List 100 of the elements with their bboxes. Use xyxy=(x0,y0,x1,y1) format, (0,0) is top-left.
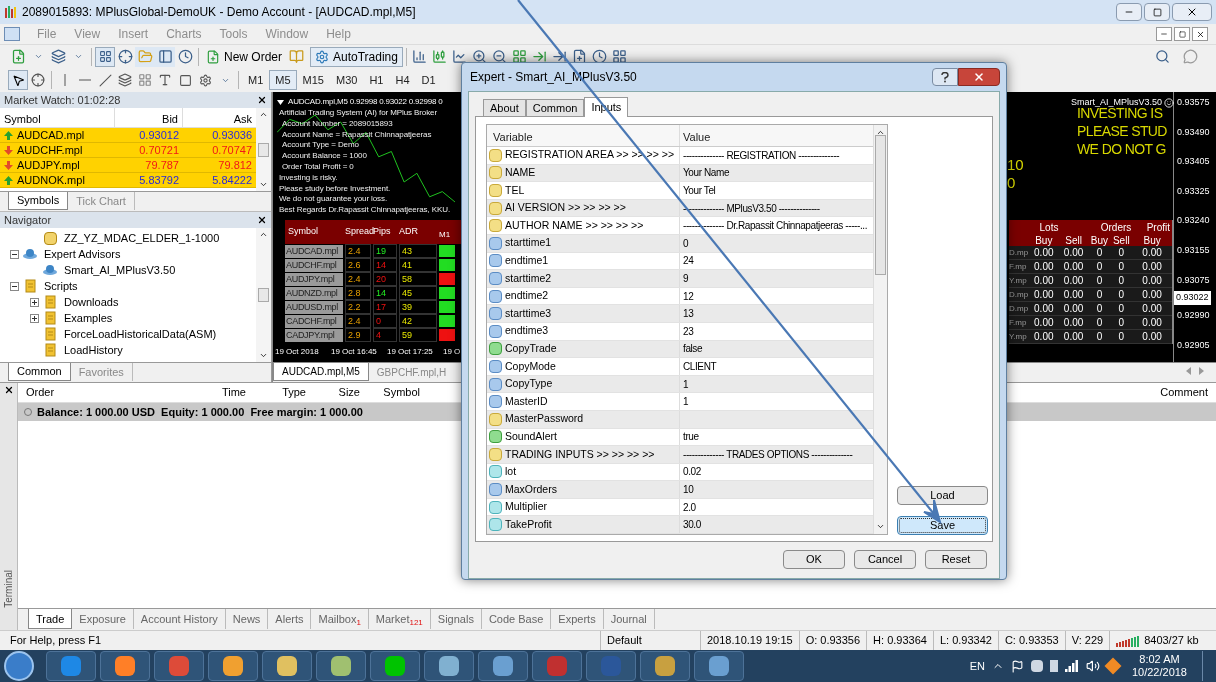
scrollbar[interactable] xyxy=(873,125,887,534)
column-header[interactable]: Size xyxy=(308,384,362,401)
taskbar-button[interactable] xyxy=(262,651,312,681)
tree-item[interactable]: Examples xyxy=(64,309,113,327)
timeframe-button[interactable]: D1 xyxy=(415,70,442,90)
scroll-left-icon[interactable] xyxy=(1186,367,1191,375)
scroll-down-icon[interactable] xyxy=(876,522,885,531)
parameter-name[interactable]: endtime3 xyxy=(505,323,549,340)
scroll-up-icon[interactable] xyxy=(259,230,268,239)
parameter-name[interactable]: MasterPassword xyxy=(505,411,584,428)
parameter-name[interactable]: SoundAlert xyxy=(505,428,557,445)
collapse-toggle[interactable] xyxy=(9,281,19,291)
minimize-button[interactable] xyxy=(1156,27,1172,41)
new-order-button[interactable]: New Order xyxy=(202,46,286,67)
scroll-up-icon[interactable] xyxy=(876,128,885,137)
tree-item[interactable]: LoadHistory xyxy=(64,341,123,359)
parameter-value[interactable]: 2.0 xyxy=(680,499,696,515)
parameter-name[interactable]: CopyType xyxy=(505,376,553,392)
side-button[interactable]: Save xyxy=(897,516,988,535)
parameter-name[interactable]: starttime1 xyxy=(505,235,552,252)
collapse-toggle[interactable] xyxy=(9,249,19,259)
parameter-value[interactable]: 10 xyxy=(680,482,694,498)
taskbar-button[interactable] xyxy=(100,651,150,681)
timeframe-button[interactable]: M1 xyxy=(242,70,270,90)
scrollbar-thumb[interactable] xyxy=(258,142,269,157)
parameter-name[interactable]: CopyTrade xyxy=(505,340,557,357)
parameter-value[interactable]: false xyxy=(680,341,703,357)
parameter-value[interactable]: -------------- Dr.Rapassit Chinnapatjeeras -----... xyxy=(680,218,868,234)
side-button[interactable]: Load xyxy=(897,486,988,505)
tree-item[interactable]: Downloads xyxy=(64,293,119,311)
column-header[interactable]: Order xyxy=(18,384,138,401)
timeframe-button[interactable]: M15 xyxy=(296,70,330,90)
autotrading-button[interactable]: AutoTrading xyxy=(310,46,403,67)
panel-tab[interactable]: Symbols xyxy=(8,192,69,210)
parameter-name[interactable]: CopyMode xyxy=(505,358,556,375)
parameter-value[interactable]: CLIENT xyxy=(680,358,717,374)
scrollbar-thumb[interactable] xyxy=(258,288,269,302)
parameter-value[interactable]: -------------- REGISTRATION -------------- xyxy=(680,147,840,163)
taskbar-button[interactable] xyxy=(316,651,366,681)
parameter-name[interactable]: starttime2 xyxy=(505,270,552,287)
timeframe-button[interactable]: M30 xyxy=(329,70,364,90)
parameter-value[interactable]: 24 xyxy=(680,253,694,269)
column-header[interactable]: Ask xyxy=(183,108,256,127)
tree-item[interactable]: ZZ_YZ_MDAC_ELDER_1-1000 xyxy=(64,229,220,247)
taskbar-button[interactable] xyxy=(478,651,528,681)
parameter-name[interactable]: TRADING INPUTS >> >> >> >> xyxy=(505,446,655,463)
parameter-value[interactable]: Your Tel xyxy=(680,183,716,198)
taskbar-button[interactable] xyxy=(640,651,690,681)
parameter-name[interactable]: Multiplier xyxy=(505,499,547,516)
dialog-button[interactable]: Reset xyxy=(925,550,987,569)
collapse-triangle-icon[interactable] xyxy=(277,99,284,105)
parameter-value[interactable]: 0.02 xyxy=(680,464,701,480)
column-header[interactable]: Symbol xyxy=(362,384,422,401)
tree-item[interactable]: Scripts xyxy=(44,277,78,295)
column-header[interactable]: Value xyxy=(680,125,873,146)
tree-item[interactable]: Smart_AI_MPlusV3.50 xyxy=(64,261,176,279)
terminal-tab[interactable]: Journal xyxy=(603,609,655,629)
parameter-value[interactable]: true xyxy=(680,429,699,445)
parameter-value[interactable]: 23 xyxy=(680,323,694,339)
clock-date[interactable]: 10/22/2018 xyxy=(1131,666,1187,679)
timeframe-button[interactable]: H1 xyxy=(363,70,390,90)
taskbar-button[interactable] xyxy=(424,651,474,681)
parameter-value[interactable]: 9 xyxy=(680,270,689,286)
parameter-value[interactable]: Your Name xyxy=(680,165,730,181)
terminal-tab[interactable]: Exposure xyxy=(72,609,134,629)
parameter-value[interactable]: 12 xyxy=(680,288,694,304)
parameter-name[interactable]: MasterID xyxy=(505,393,548,410)
parameter-name[interactable]: NAME xyxy=(505,165,536,181)
parameter-name[interactable]: starttime3 xyxy=(505,305,552,322)
close-icon[interactable] xyxy=(257,215,267,225)
language-indicator[interactable]: EN xyxy=(969,657,985,675)
chart-tab[interactable]: AUDCAD.mpl,M5 xyxy=(273,363,369,381)
taskbar-button[interactable] xyxy=(46,651,96,681)
flag-icon[interactable] xyxy=(1010,659,1024,673)
parameter-value[interactable]: 0 xyxy=(680,235,689,251)
signal-bars-icon[interactable] xyxy=(1064,660,1079,672)
parameter-value[interactable]: 13 xyxy=(680,306,694,322)
column-header[interactable]: Type xyxy=(248,384,308,401)
parameter-value[interactable]: 30.0 xyxy=(680,517,701,533)
scrollbar[interactable] xyxy=(256,228,271,362)
parameter-name[interactable]: endtime2 xyxy=(505,288,549,304)
column-header[interactable]: Time xyxy=(138,384,248,401)
terminal-tab[interactable]: Trade xyxy=(28,609,73,629)
taskbar-button[interactable] xyxy=(370,651,420,681)
timeframe-button[interactable]: H4 xyxy=(389,70,416,90)
tree-item[interactable]: ForceLoadHistoricalData(ASM) xyxy=(64,325,217,343)
close-icon[interactable] xyxy=(3,385,14,395)
taskbar-button[interactable] xyxy=(208,651,258,681)
column-header[interactable]: Variable xyxy=(487,125,680,146)
close-button[interactable] xyxy=(1192,27,1208,41)
parameter-name[interactable]: AUTHOR NAME >> >> >> >> xyxy=(505,217,644,234)
start-button[interactable] xyxy=(4,651,34,681)
parameter-name[interactable]: AI VERSION >> >> >> >> xyxy=(505,200,626,216)
parameter-value[interactable]: 1 xyxy=(680,394,689,410)
tree-item[interactable]: Expert Advisors xyxy=(44,245,121,263)
terminal-tab[interactable]: Signals xyxy=(430,609,482,629)
parameter-name[interactable]: MaxOrders xyxy=(505,481,557,498)
scrollbar[interactable] xyxy=(256,108,271,191)
terminal-tab[interactable]: News xyxy=(225,609,269,629)
terminal-tab[interactable]: Account History xyxy=(133,609,226,629)
